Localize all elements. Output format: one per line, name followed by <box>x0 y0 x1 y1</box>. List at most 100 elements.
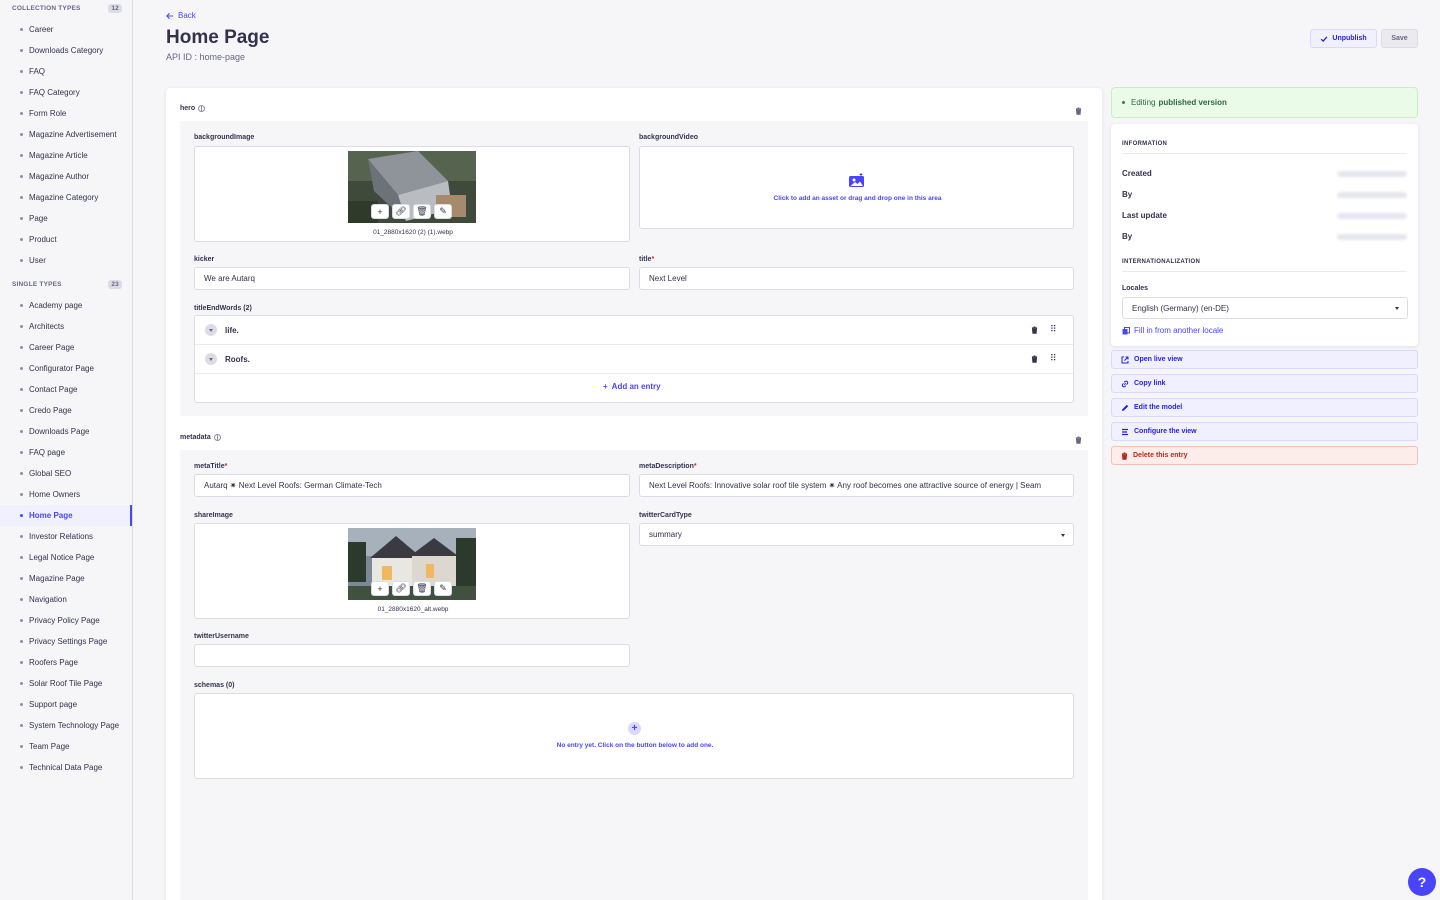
sidebar-item-system-technology-page[interactable]: System Technology Page <box>0 715 132 736</box>
open-live-view-button[interactable]: Open live view <box>1111 350 1418 369</box>
twitter-card-type-select[interactable]: summary <box>639 523 1074 546</box>
edit-view-card: hero backgroundImage + 🔗︎ 🗑︎ ✎ 01_2880x1… <box>166 88 1102 900</box>
sidebar-item-downloads-category[interactable]: Downloads Category <box>0 40 132 61</box>
kicker-input[interactable]: We are Autarq <box>194 267 630 290</box>
sidebar-item-support-page[interactable]: Support page <box>0 694 132 715</box>
edit-model-button[interactable]: Edit the model <box>1111 398 1418 417</box>
bullet-icon <box>20 640 23 643</box>
drag-handle-icon[interactable]: ⠿ <box>1050 353 1057 364</box>
edit-asset-button[interactable]: ✎ <box>434 204 452 219</box>
sidebar-item-roofers-page[interactable]: Roofers Page <box>0 652 132 673</box>
add-asset-button[interactable]: + <box>371 204 389 219</box>
asset-actions: + 🔗︎ 🗑︎ ✎ <box>371 581 452 596</box>
share-image-dropzone[interactable]: + 🔗︎ 🗑︎ ✎ 01_2880x1620_alt.webp <box>194 523 630 619</box>
repeater-row[interactable]: Roofs. ⠿ <box>195 345 1073 374</box>
sidebar-item-navigation[interactable]: Navigation <box>0 589 132 610</box>
share-image-thumbnail[interactable]: + 🔗︎ 🗑︎ ✎ <box>348 528 476 600</box>
sidebar-item-career[interactable]: Career <box>0 19 132 40</box>
bullet-icon <box>20 91 23 94</box>
configure-view-button[interactable]: Configure the view <box>1111 422 1418 441</box>
sidebar-item-home-page[interactable]: Home Page <box>0 505 132 526</box>
copy-link-asset-button[interactable]: 🔗︎ <box>392 581 410 596</box>
sidebar-item-architects[interactable]: Architects <box>0 316 132 337</box>
plus-circle-icon[interactable]: + <box>628 722 641 735</box>
collection-types-header: COLLECTION TYPES 12 <box>0 0 132 16</box>
chevron-down-icon[interactable] <box>205 324 217 336</box>
sidebar-item-contact-page[interactable]: Contact Page <box>0 379 132 400</box>
metadata-label-text: metadata <box>180 434 211 441</box>
meta-description-label: metaDescription* <box>639 463 697 470</box>
delete-asset-button[interactable]: 🗑︎ <box>413 204 431 219</box>
divider <box>1122 271 1407 272</box>
bullet-icon <box>20 346 23 349</box>
edit-asset-button[interactable]: ✎ <box>434 581 452 596</box>
repeater-row[interactable]: life. ⠿ <box>195 316 1073 345</box>
sidebar-item-product[interactable]: Product <box>0 229 132 250</box>
background-video-label: backgroundVideo <box>639 134 698 141</box>
back-link[interactable]: Back <box>166 11 196 20</box>
sidebar-item-magazine-category[interactable]: Magazine Category <box>0 187 132 208</box>
open-live-view-label: Open live view <box>1134 356 1183 363</box>
sidebar-item-faq-category[interactable]: FAQ Category <box>0 82 132 103</box>
delete-asset-button[interactable]: 🗑︎ <box>413 581 431 596</box>
add-entry-button[interactable]: + Add an entry <box>603 382 661 391</box>
sidebar-item-magazine-author[interactable]: Magazine Author <box>0 166 132 187</box>
trash-icon[interactable] <box>1031 326 1038 334</box>
bullet-icon <box>20 472 23 475</box>
sidebar-item-team-page[interactable]: Team Page <box>0 736 132 757</box>
sidebar-item-academy-page[interactable]: Academy page <box>0 295 132 316</box>
sidebar-item-legal-notice-page[interactable]: Legal Notice Page <box>0 547 132 568</box>
sidebar-item-technical-data-page[interactable]: Technical Data Page <box>0 757 132 778</box>
sidebar-item-career-page[interactable]: Career Page <box>0 337 132 358</box>
twitter-username-input[interactable] <box>194 644 630 667</box>
sidebar-item-magazine-article[interactable]: Magazine Article <box>0 145 132 166</box>
hero-label-text: hero <box>180 105 196 112</box>
sidebar-item-faq[interactable]: FAQ <box>0 61 132 82</box>
background-image-filename: 01_2880x1620 (2) (1).webp <box>373 229 453 236</box>
status-prefix: Editing <box>1131 98 1156 107</box>
sidebar-item-faq-page[interactable]: FAQ page <box>0 442 132 463</box>
sidebar-item-label: Solar Roof Tile Page <box>29 679 103 688</box>
collection-types-title: COLLECTION TYPES <box>12 4 81 12</box>
sidebar-item-form-role[interactable]: Form Role <box>0 103 132 124</box>
copy-link-button[interactable]: Copy link <box>1111 374 1418 393</box>
sidebar-item-downloads-page[interactable]: Downloads Page <box>0 421 132 442</box>
meta-description-input[interactable]: Next Level Roofs: Innovative solar roof … <box>639 474 1074 497</box>
sidebar-item-privacy-policy-page[interactable]: Privacy Policy Page <box>0 610 132 631</box>
copy-link-asset-button[interactable]: 🔗︎ <box>392 204 410 219</box>
sidebar-item-label: Magazine Page <box>29 574 85 583</box>
drag-handle-icon[interactable]: ⠿ <box>1050 324 1057 335</box>
delete-hero-icon[interactable] <box>1075 107 1082 115</box>
trash-icon[interactable] <box>1031 355 1038 363</box>
schemas-empty-box[interactable]: + No entry yet. Click on the button belo… <box>194 693 1074 779</box>
locale-select[interactable]: English (Germany) (en-DE) <box>1122 297 1408 319</box>
sidebar-item-global-seo[interactable]: Global SEO <box>0 463 132 484</box>
add-asset-button[interactable]: + <box>371 581 389 596</box>
sidebar-item-home-owners[interactable]: Home Owners <box>0 484 132 505</box>
sidebar-item-configurator-page[interactable]: Configurator Page <box>0 358 132 379</box>
background-image-thumbnail[interactable]: + 🔗︎ 🗑︎ ✎ <box>348 151 476 223</box>
sidebar-item-privacy-settings-page[interactable]: Privacy Settings Page <box>0 631 132 652</box>
delete-metadata-icon[interactable] <box>1075 436 1082 444</box>
title-input[interactable]: Next Level <box>639 267 1074 290</box>
sidebar-item-magazine-page[interactable]: Magazine Page <box>0 568 132 589</box>
sidebar-item-investor-relations[interactable]: Investor Relations <box>0 526 132 547</box>
unpublish-button[interactable]: Unpublish <box>1310 29 1377 48</box>
chevron-down-icon[interactable] <box>205 353 217 365</box>
sidebar-item-credo-page[interactable]: Credo Page <box>0 400 132 421</box>
sidebar-item-magazine-advertisement[interactable]: Magazine Advertisement <box>0 124 132 145</box>
sidebar-item-page[interactable]: Page <box>0 208 132 229</box>
sidebar-item-solar-roof-tile-page[interactable]: Solar Roof Tile Page <box>0 673 132 694</box>
background-video-dropzone[interactable]: Click to add an asset or drag and drop o… <box>639 146 1074 229</box>
bullet-icon <box>20 619 23 622</box>
delete-entry-button[interactable]: Delete this entry <box>1111 446 1418 465</box>
save-button[interactable]: Save <box>1381 29 1418 48</box>
help-button[interactable]: ? <box>1408 868 1436 896</box>
bullet-icon <box>20 28 23 31</box>
fill-from-locale-link[interactable]: Fill in from another locale <box>1122 326 1223 335</box>
sidebar-item-label: Configurator Page <box>29 364 94 373</box>
sidebar-item-label: System Technology Page <box>29 721 120 730</box>
background-image-dropzone[interactable]: + 🔗︎ 🗑︎ ✎ 01_2880x1620 (2) (1).webp <box>194 146 630 242</box>
meta-title-input[interactable]: Autarq ✷ Next Level Roofs: German Climat… <box>194 474 630 497</box>
sidebar-item-user[interactable]: User <box>0 250 132 271</box>
